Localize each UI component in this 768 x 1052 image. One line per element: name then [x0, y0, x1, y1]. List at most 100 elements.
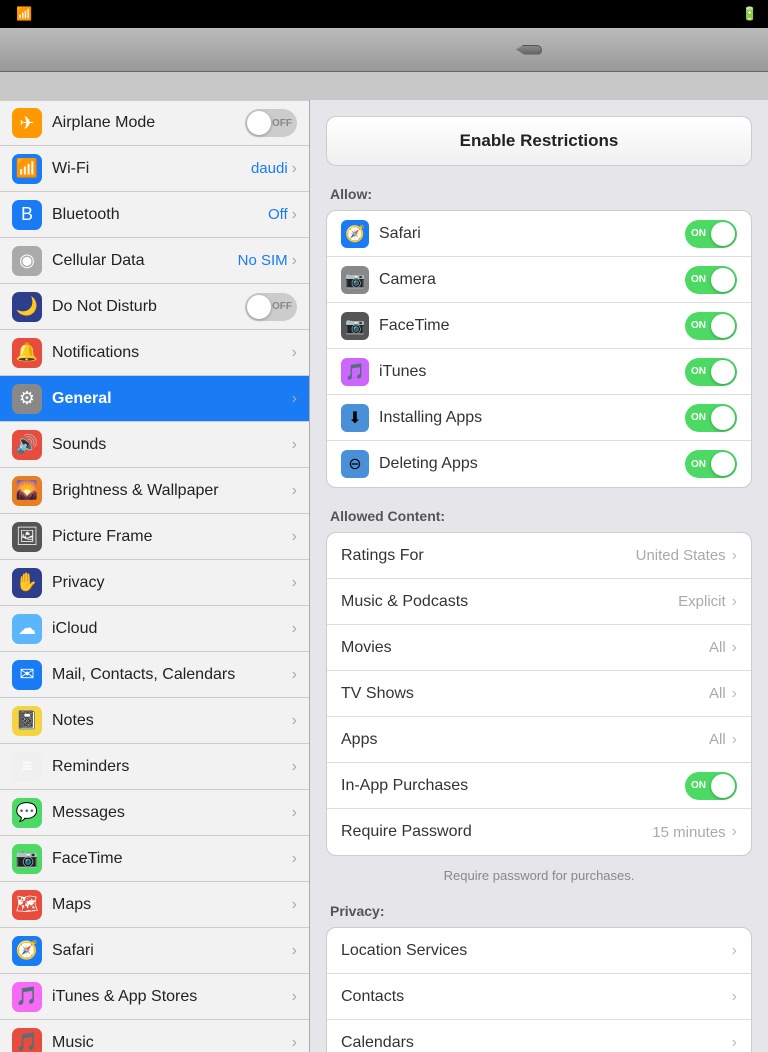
privacy-row-location-services[interactable]: Location Services› — [327, 928, 751, 974]
airplane-mode-toggle[interactable] — [245, 109, 297, 137]
sidebar-item-notes[interactable]: 📓Notes› — [0, 698, 309, 744]
ratings-for-chevron: › — [732, 547, 737, 565]
music-podcasts-value: Explicit — [678, 593, 726, 610]
safari-toggle[interactable] — [685, 220, 737, 248]
allow-row-safari: 🧭 Safari — [327, 211, 751, 257]
calendars-chevron: › — [732, 1034, 737, 1052]
sidebar-label-music: Music — [52, 1034, 292, 1052]
privacy-group: Location Services›Contacts›Calendars› — [326, 927, 752, 1052]
sidebar-label-maps: Maps — [52, 896, 292, 914]
sidebar-item-music[interactable]: 🎵Music› — [0, 1020, 309, 1052]
notes-chevron: › — [292, 712, 297, 730]
bluetooth-value: Off — [268, 206, 288, 223]
content-row-movies[interactable]: MoviesAll› — [327, 625, 751, 671]
installing-apps-row-label: Installing Apps — [379, 409, 685, 427]
back-button[interactable] — [516, 45, 542, 55]
wifi-chevron: › — [292, 160, 297, 178]
reminders-icon: ≡ — [12, 752, 42, 782]
in-app-purchases-toggle[interactable] — [685, 772, 737, 800]
content-row-music-podcasts[interactable]: Music & PodcastsExplicit› — [327, 579, 751, 625]
sidebar-item-reminders[interactable]: ≡Reminders› — [0, 744, 309, 790]
pictureframe-icon: 🖼 — [12, 522, 42, 552]
sidebar-item-safari[interactable]: 🧭Safari› — [0, 928, 309, 974]
tv-shows-value: All — [709, 685, 726, 702]
status-left: 📶 — [10, 6, 32, 22]
music-icon: 🎵 — [12, 1028, 42, 1052]
contacts-chevron: › — [732, 988, 737, 1006]
safari-row-label: Safari — [379, 225, 685, 243]
apps-chevron: › — [732, 731, 737, 749]
wifi-value: daudi — [251, 160, 288, 177]
sidebar-item-brightness[interactable]: 🌄 Brightness & Wallpaper› — [0, 468, 309, 514]
privacy-section-label: Privacy: — [330, 903, 752, 919]
require-password-value: 15 minutes — [652, 824, 725, 841]
allowed-content-label: Allowed Content: — [330, 508, 752, 524]
sidebar-item-cellular[interactable]: ◉Cellular DataNo SIM› — [0, 238, 309, 284]
content-row-require-password[interactable]: Require Password15 minutes › — [327, 809, 751, 855]
itunes-row-icon: 🎵 — [341, 358, 369, 386]
itunes-toggle[interactable] — [685, 358, 737, 386]
privacy-row-calendars[interactable]: Calendars› — [327, 1020, 751, 1052]
content-group: Ratings ForUnited States›Music & Podcast… — [326, 532, 752, 856]
enable-restrictions-button[interactable]: Enable Restrictions — [326, 116, 752, 166]
sidebar-label-itunes: iTunes & App Stores — [52, 988, 292, 1006]
camera-toggle[interactable] — [685, 266, 737, 294]
require-password-content-label: Require Password — [341, 823, 652, 841]
notifications-icon: 🔔 — [12, 338, 42, 368]
itunes-icon: 🎵 — [12, 982, 42, 1012]
brightness-icon: 🌄 — [12, 476, 42, 506]
sidebar-item-messages[interactable]: 💬Messages› — [0, 790, 309, 836]
sidebar-item-bluetooth[interactable]: BBluetoothOff› — [0, 192, 309, 238]
content-row-apps[interactable]: AppsAll › — [327, 717, 751, 763]
sidebar-label-safari: Safari — [52, 942, 292, 960]
apps-value: All — [709, 731, 726, 748]
apps-content-label: Apps — [341, 731, 709, 749]
sidebar-label-sounds: Sounds — [52, 436, 292, 454]
icloud-chevron: › — [292, 620, 297, 638]
movies-content-label: Movies — [341, 639, 709, 657]
sidebar-item-airplane-mode[interactable]: ✈Airplane Mode — [0, 100, 309, 146]
content-row-ratings-for[interactable]: Ratings ForUnited States› — [327, 533, 751, 579]
allow-section-label: Allow: — [330, 186, 752, 202]
sidebar-item-maps[interactable]: 🗺Maps› — [0, 882, 309, 928]
wifi-icon: 📶 — [16, 6, 32, 22]
brightness-chevron: › — [292, 482, 297, 500]
general-icon: ⚙ — [12, 384, 42, 414]
sidebar-item-mail[interactable]: ✉Mail, Contacts, Calendars› — [0, 652, 309, 698]
facetime-toggle[interactable] — [685, 312, 737, 340]
sidebar-label-general: General — [52, 390, 292, 408]
messages-chevron: › — [292, 804, 297, 822]
sidebar-item-facetime[interactable]: 📷FaceTime› — [0, 836, 309, 882]
safari-row-icon: 🧭 — [341, 220, 369, 248]
music-podcasts-chevron: › — [732, 593, 737, 611]
camera-row-label: Camera — [379, 271, 685, 289]
require-password-chevron: › — [732, 823, 737, 841]
content-row-in-app-purchases[interactable]: In-App Purchases — [327, 763, 751, 809]
installing-apps-row-icon: ⬇ — [341, 404, 369, 432]
sidebar-item-pictureframe[interactable]: 🖼Picture Frame› — [0, 514, 309, 560]
main-layout: ✈Airplane Mode📶Wi-Fidaudi›BBluetoothOff›… — [0, 28, 768, 1024]
sidebar-item-privacy[interactable]: ✋Privacy› — [0, 560, 309, 606]
sidebar-item-icloud[interactable]: ☁iCloud› — [0, 606, 309, 652]
installing-apps-toggle[interactable] — [685, 404, 737, 432]
sidebar-item-notifications[interactable]: 🔔Notifications› — [0, 330, 309, 376]
icloud-icon: ☁ — [12, 614, 42, 644]
sidebar-label-notes: Notes — [52, 712, 292, 730]
sidebar-item-general[interactable]: ⚙General› — [0, 376, 309, 422]
sidebar-label-brightness: Brightness & Wallpaper — [52, 482, 292, 500]
sidebar-item-wifi[interactable]: 📶Wi-Fidaudi› — [0, 146, 309, 192]
sidebar-label-wifi: Wi-Fi — [52, 160, 251, 178]
privacy-row-contacts[interactable]: Contacts› — [327, 974, 751, 1020]
sidebar-label-cellular: Cellular Data — [52, 252, 238, 270]
donotdisturb-toggle[interactable] — [245, 293, 297, 321]
sidebar-label-bluetooth: Bluetooth — [52, 206, 268, 224]
deleting-apps-toggle[interactable] — [685, 450, 737, 478]
facetime-icon: 📷 — [12, 844, 42, 874]
sidebar-item-sounds[interactable]: 🔊Sounds› — [0, 422, 309, 468]
maps-chevron: › — [292, 896, 297, 914]
content-row-tv-shows[interactable]: TV ShowsAll› — [327, 671, 751, 717]
sidebar-label-facetime: FaceTime — [52, 850, 292, 868]
ratings-for-value: United States — [636, 547, 726, 564]
sidebar-item-donotdisturb[interactable]: 🌙Do Not Disturb — [0, 284, 309, 330]
sidebar-item-itunes[interactable]: 🎵iTunes & App Stores› — [0, 974, 309, 1020]
